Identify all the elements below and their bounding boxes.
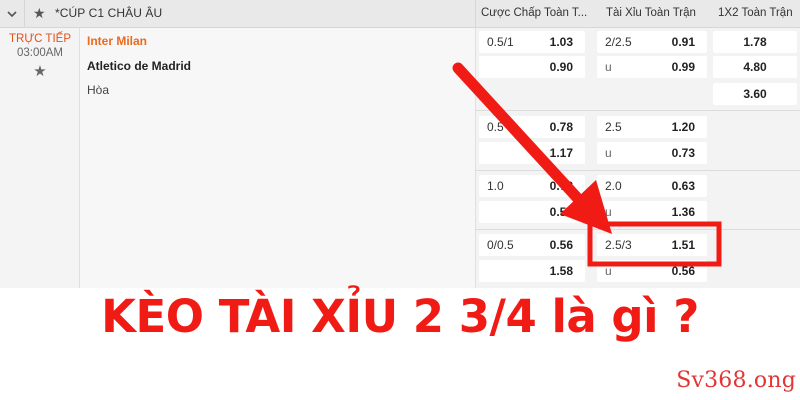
odds-group-separator [475,229,800,230]
header-divider [24,0,25,28]
1x2-draw-odds[interactable]: 3.60 [713,83,797,105]
headline: KÈO TÀI XỈU 2 3/4 là gì ? [101,290,699,343]
teams-column: Inter Milan Atletico de Madrid Hòa [80,28,475,288]
watermark: Sv368.ong [676,368,796,393]
over-odds[interactable]: 2.5 1.20 [597,116,707,138]
handicap-home-odds[interactable]: 1.0 0.78 [479,175,585,197]
live-status: TRỰC TIẾP [8,33,71,45]
star-icon[interactable]: ★ [0,62,80,80]
column-header-1x2: 1X2 Toàn Trận [718,7,793,19]
league-title: *CÚP C1 CHÂU ÂU [55,6,163,20]
draw-label: Hòa [87,83,110,97]
star-icon[interactable]: ★ [33,5,46,21]
handicap-away-odds[interactable]: 1.17 [479,142,585,164]
header-divider [475,0,476,28]
column-header-handicap: Cược Chấp Toàn T... [481,7,588,19]
home-team[interactable]: Inter Milan [87,34,147,48]
handicap-home-odds[interactable]: 0.5/1 1.03 [479,31,585,53]
handicap-away-odds[interactable]: 0.90 [479,56,585,78]
match-time-column: TRỰC TIẾP 03:00AM ★ [0,28,80,288]
odds-group-separator [475,110,800,111]
handicap-away-odds[interactable]: 0.58 [479,201,585,223]
over-odds[interactable]: 2/2.5 0.91 [597,31,707,53]
handicap-home-odds[interactable]: 0.5 0.78 [479,116,585,138]
odds-board: ★ *CÚP C1 CHÂU ÂU Cược Chấp Toàn T... Tà… [0,0,800,288]
over-odds[interactable]: 2.0 0.63 [597,175,707,197]
handicap-away-odds[interactable]: 1.58 [479,260,585,282]
odds-group-separator [475,170,800,171]
1x2-home-odds[interactable]: 1.78 [713,31,797,53]
handicap-home-odds[interactable]: 0/0.5 0.56 [479,234,585,256]
match-time: 03:00AM [16,47,64,59]
under-odds[interactable]: u 1.36 [597,201,707,223]
under-odds[interactable]: u 0.56 [597,260,707,282]
league-header[interactable]: ★ *CÚP C1 CHÂU ÂU Cược Chấp Toàn T... Tà… [0,0,800,28]
over-odds-highlighted[interactable]: 2.5/3 1.51 [597,234,707,256]
1x2-away-odds[interactable]: 4.80 [713,56,797,78]
chevron-down-icon[interactable] [6,8,18,20]
column-header-over-under: Tài Xỉu Toàn Trận [606,7,696,19]
under-odds[interactable]: u 0.99 [597,56,707,78]
away-team[interactable]: Atletico de Madrid [87,59,191,73]
under-odds[interactable]: u 0.73 [597,142,707,164]
